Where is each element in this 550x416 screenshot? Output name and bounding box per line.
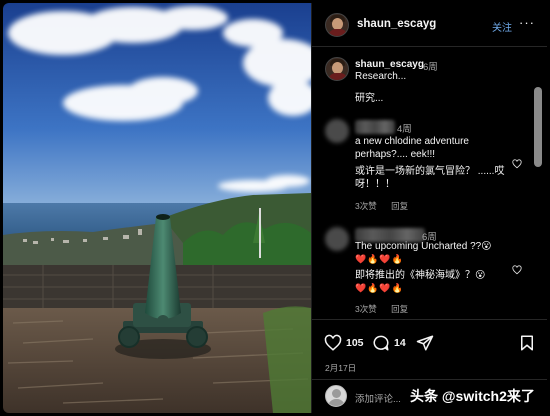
comment-bubble-icon[interactable] (372, 334, 390, 352)
caption-text-en: Research... (355, 71, 407, 82)
comment-meta: 3次赞 回复 (355, 200, 420, 212)
comment-like-heart-icon[interactable] (512, 265, 522, 275)
comment-emoji-line: ❤️🔥❤️🔥 (355, 254, 404, 264)
caption-text-zh: 研究... (355, 93, 384, 104)
share-send-icon[interactable] (416, 334, 434, 352)
comment-text-line: a new chlodine adventure (355, 136, 469, 147)
comment-reply-button[interactable]: 回复 (391, 304, 408, 314)
current-user-avatar (325, 385, 347, 407)
comment-avatar-blurred[interactable] (325, 119, 349, 143)
comment-meta: 3次赞 回复 (355, 303, 420, 315)
caption-time: 6周 (423, 62, 438, 73)
comment-time: 4周 (397, 124, 412, 135)
follow-button[interactable]: 关注 (492, 19, 512, 34)
likes-count[interactable]: 105 (346, 337, 364, 349)
like-heart-icon[interactable] (324, 334, 342, 352)
post-actions-bar: 105 14 2月17日 (312, 319, 547, 379)
comment-text-line: 即将推出的《神秘海域》？😮 (355, 270, 486, 281)
post-side-panel: shaun_escayg 关注 ··· shaun_escayg 6周 Rese… (311, 3, 547, 413)
comments-count[interactable]: 14 (394, 337, 406, 349)
comment-text-line: 或许是一场新的氯气冒险？ ......哎 (355, 166, 505, 177)
comments-scroll-area[interactable]: shaun_escayg 6周 Research... 研究... 4周 a n… (312, 47, 547, 319)
source-watermark: 头条 @switch2来了 (410, 388, 535, 404)
comment-text-line: 呀！！！ (355, 179, 395, 190)
comment-likes-count[interactable]: 3次赞 (355, 304, 377, 314)
save-bookmark-icon[interactable] (518, 334, 536, 352)
caption-avatar[interactable] (325, 57, 349, 81)
comment-reply-button[interactable]: 回复 (391, 201, 408, 211)
comment-text-line: perhaps?.... eek!!! (355, 149, 436, 160)
scrollbar-thumb[interactable] (534, 87, 542, 167)
comment-avatar-blurred[interactable] (325, 227, 349, 251)
comment-text-line: The upcoming Uncharted ??😮 (355, 241, 492, 252)
caption-username[interactable]: shaun_escayg (355, 59, 424, 70)
post-header: shaun_escayg 关注 ··· (312, 3, 547, 47)
comment-emoji-line: ❤️🔥❤️🔥 (355, 283, 404, 293)
post-photo[interactable] (3, 3, 311, 413)
author-username[interactable]: shaun_escayg (357, 18, 436, 30)
post-window: shaun_escayg 关注 ··· shaun_escayg 6周 Rese… (3, 3, 547, 413)
cannon-landscape-image (3, 3, 311, 413)
comment-username-blurred[interactable] (355, 120, 395, 134)
post-date: 2月17日 (325, 363, 357, 373)
author-avatar[interactable] (325, 13, 349, 37)
more-options-icon[interactable]: ··· (519, 15, 535, 30)
comment-likes-count[interactable]: 3次赞 (355, 201, 377, 211)
add-comment-input[interactable]: 添加评论... (355, 391, 401, 405)
comment-like-heart-icon[interactable] (512, 159, 522, 169)
